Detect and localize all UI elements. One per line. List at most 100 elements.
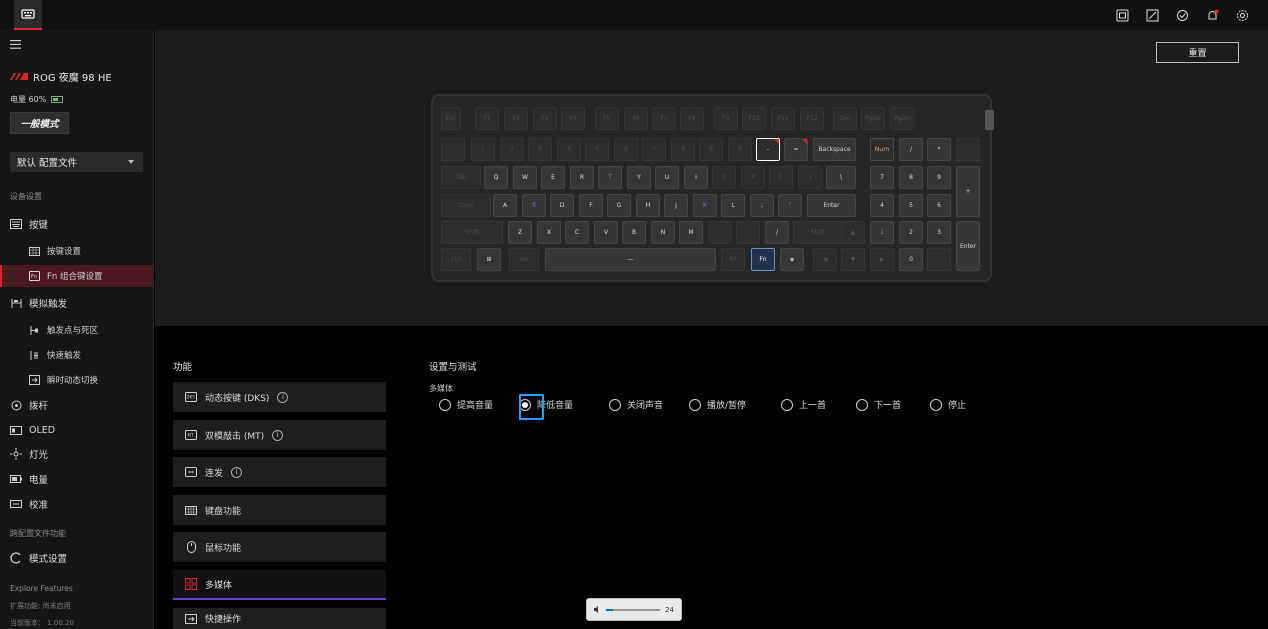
key[interactable]: 1 xyxy=(870,221,894,244)
option-next[interactable]: 下一首 xyxy=(856,398,930,411)
key[interactable]: ◀ xyxy=(813,248,837,271)
key[interactable]: 5 xyxy=(899,194,923,217)
sidebar-item-mode-settings[interactable]: 模式设置 xyxy=(0,547,153,569)
key[interactable]: - xyxy=(756,138,780,161)
key[interactable]: 7 xyxy=(642,138,666,161)
key[interactable]: Alt xyxy=(721,248,745,271)
key[interactable]: Num xyxy=(870,138,894,161)
key[interactable]: J xyxy=(664,194,688,217)
sidebar-item-dynamic-switch[interactable]: 瞬时动态切换 xyxy=(0,369,153,391)
sidebar-item-keys[interactable]: 按键 xyxy=(0,213,153,235)
function-mt[interactable]: MT 双模敲击 (MT) i xyxy=(173,420,386,450)
hamburger-menu-icon[interactable] xyxy=(10,40,21,49)
key[interactable]: F10 xyxy=(742,107,766,130)
mode-button[interactable]: 一般模式 xyxy=(10,112,69,134)
key[interactable]: 3 xyxy=(528,138,552,161)
key[interactable]: 7 xyxy=(870,166,894,189)
key[interactable]: U xyxy=(655,166,679,189)
key[interactable]: / xyxy=(899,138,923,161)
key[interactable]: F7 xyxy=(652,107,676,130)
function-shortcut[interactable]: 快捷操作 xyxy=(173,608,386,629)
device-tab[interactable] xyxy=(14,0,42,30)
key[interactable]: . xyxy=(736,221,760,244)
key[interactable]: Ctrl xyxy=(441,248,471,271)
key[interactable]: 8 xyxy=(899,166,923,189)
key[interactable]: Backspace xyxy=(813,138,856,161)
function-repeat[interactable]: 连发 i xyxy=(173,457,386,487)
key[interactable]: — xyxy=(545,248,716,271)
keyboard-dial-knob[interactable] xyxy=(985,110,994,130)
key[interactable]: [ xyxy=(769,166,793,189)
key[interactable]: 6 xyxy=(614,138,638,161)
function-mouse[interactable]: 鼠标功能 xyxy=(173,532,386,562)
key[interactable]: X xyxy=(537,221,561,244)
key[interactable]: Q xyxy=(484,166,508,189)
key[interactable]: F6 xyxy=(624,107,648,130)
key[interactable]: ` xyxy=(441,138,465,161)
key[interactable]: 2 xyxy=(500,138,524,161)
sidebar-item-analog[interactable]: 模拟触发 xyxy=(0,292,153,314)
key[interactable]: - xyxy=(956,138,980,161)
key[interactable]: PgDn xyxy=(890,107,914,130)
key[interactable]: F12 xyxy=(800,107,824,130)
key[interactable]: B xyxy=(622,221,646,244)
key[interactable]: P xyxy=(741,166,765,189)
key[interactable]: / xyxy=(765,221,789,244)
sidebar-item-rapid-trigger[interactable]: 快速触发 xyxy=(0,344,153,366)
key[interactable]: 5 xyxy=(585,138,609,161)
key[interactable]: ▶ xyxy=(870,248,894,271)
key[interactable]: S xyxy=(522,194,546,217)
key[interactable]: + xyxy=(956,166,980,217)
key[interactable]: Del xyxy=(833,107,857,130)
key[interactable]: Y xyxy=(627,166,651,189)
info-icon[interactable]: i xyxy=(231,466,243,478)
key[interactable]: F xyxy=(579,194,603,217)
function-keyboard[interactable]: 键盘功能 xyxy=(173,495,386,525)
option-mute[interactable]: 关闭声音 xyxy=(609,398,689,411)
key[interactable]: L xyxy=(721,194,745,217)
key[interactable]: 6 xyxy=(927,194,951,217)
key[interactable]: O xyxy=(712,166,736,189)
key[interactable]: N xyxy=(651,221,675,244)
gear-icon[interactable] xyxy=(1233,6,1252,24)
key[interactable]: A xyxy=(493,194,517,217)
key[interactable]: F8 xyxy=(680,107,704,130)
keyboard-mode-icon[interactable] xyxy=(1113,6,1132,24)
key[interactable]: Esc xyxy=(441,107,461,130)
key[interactable]: Fn xyxy=(751,248,775,271)
key[interactable]: M xyxy=(679,221,703,244)
key[interactable]: F11 xyxy=(771,107,795,130)
key[interactable]: Caps xyxy=(441,194,491,217)
option-stop[interactable]: 停止 xyxy=(930,398,980,411)
option-play-pause[interactable]: 播放/暂停 xyxy=(689,398,781,411)
key[interactable]: 4 xyxy=(870,194,894,217)
key[interactable]: Shift xyxy=(441,221,503,244)
key[interactable]: F2 xyxy=(504,107,528,130)
key[interactable]: Z xyxy=(508,221,532,244)
key[interactable]: 9 xyxy=(699,138,723,161)
key[interactable]: F5 xyxy=(595,107,619,130)
volume-slider[interactable] xyxy=(606,608,660,611)
info-icon[interactable]: i xyxy=(272,429,284,441)
key[interactable]: 1 xyxy=(471,138,495,161)
key[interactable]: ◈ xyxy=(780,248,804,271)
key[interactable]: ; xyxy=(750,194,774,217)
key[interactable]: T xyxy=(598,166,622,189)
key[interactable]: 3 xyxy=(927,221,951,244)
key[interactable]: K xyxy=(693,194,717,217)
option-previous[interactable]: 上一首 xyxy=(781,398,856,411)
sidebar-item-lighting[interactable]: 灯光 xyxy=(0,443,153,465)
sidebar-item-trigger-deadzone[interactable]: 触发点与死区 xyxy=(0,319,153,341)
key[interactable]: , xyxy=(708,221,732,244)
key[interactable]: ▲ xyxy=(841,221,865,244)
function-multimedia[interactable]: 多媒体 xyxy=(173,570,386,600)
sidebar-item-dial[interactable]: 拨杆 xyxy=(0,394,153,416)
key[interactable]: R xyxy=(570,166,594,189)
key[interactable]: ▼ xyxy=(841,248,865,271)
key[interactable]: . xyxy=(927,248,951,271)
key[interactable]: ' xyxy=(778,194,802,217)
sidebar-item-calibrate[interactable]: 校准 xyxy=(0,493,153,515)
key[interactable]: ] xyxy=(798,166,822,189)
explore-features-link[interactable]: Explore Features xyxy=(10,584,73,593)
key[interactable]: * xyxy=(927,138,951,161)
